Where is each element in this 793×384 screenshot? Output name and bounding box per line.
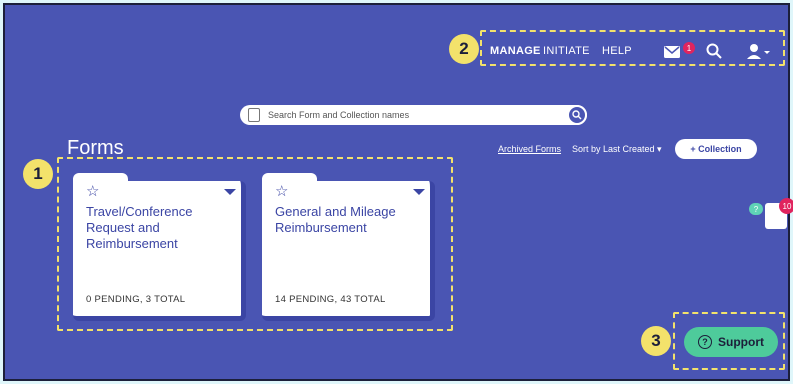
search-icon[interactable] (706, 43, 722, 64)
marker-3: 3 (641, 326, 671, 356)
mail-badge: 1 (683, 42, 695, 54)
help-icon: ? (698, 335, 712, 349)
card-title[interactable]: Travel/Conference Request and Reimbursem… (86, 204, 236, 252)
archived-forms-link[interactable]: Archived Forms (498, 144, 561, 154)
chevron-down-icon[interactable] (224, 189, 236, 195)
document-icon (248, 108, 260, 122)
help-bubble-icon[interactable]: ? (749, 203, 763, 215)
search-bar[interactable]: Search Form and Collection names (240, 105, 587, 125)
form-card[interactable]: ☆ Travel/Conference Request and Reimburs… (73, 173, 246, 321)
marker-1: 1 (23, 159, 53, 189)
nav-manage[interactable]: MANAGE (490, 45, 541, 57)
mascot-badge: 10 (779, 198, 793, 214)
page-title: Forms (67, 137, 124, 159)
marker-2: 2 (449, 34, 479, 64)
card-count: 14 PENDING, 43 TOTAL (275, 294, 386, 305)
sort-dropdown[interactable]: Sort by Last Created ▾ (572, 144, 662, 155)
chevron-down-icon[interactable] (413, 189, 425, 195)
star-icon[interactable]: ☆ (86, 182, 99, 200)
form-card[interactable]: ☆ General and Mileage Reimbursement 14 P… (262, 173, 435, 321)
card-title[interactable]: General and Mileage Reimbursement (275, 204, 425, 236)
search-input[interactable]: Search Form and Collection names (268, 110, 567, 120)
add-collection-button[interactable]: + Collection (675, 139, 757, 159)
star-icon[interactable]: ☆ (275, 182, 288, 200)
search-button[interactable] (567, 105, 587, 125)
card-count: 0 PENDING, 3 TOTAL (86, 294, 186, 305)
app-frame: 1 2 3 MANAGE INITIATE HELP 1 Search Form… (3, 3, 793, 381)
support-label: Support (718, 335, 764, 349)
search-icon (572, 110, 582, 120)
mail-icon[interactable] (664, 45, 680, 63)
user-menu-icon[interactable] (747, 43, 771, 64)
nav-help[interactable]: HELP (602, 45, 632, 57)
nav-initiate[interactable]: INITIATE (543, 45, 590, 57)
support-button[interactable]: ? Support (684, 327, 778, 357)
